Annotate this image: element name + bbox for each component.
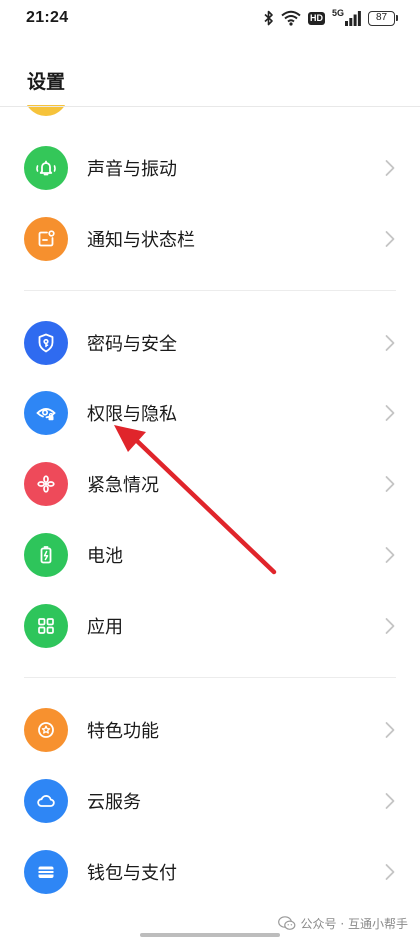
chevron-right-icon	[385, 864, 395, 880]
watermark-text: 公众号 · 互通小帮手	[300, 917, 408, 931]
emergency-icon	[24, 462, 68, 506]
battery-icon	[24, 533, 68, 577]
header-divider	[0, 106, 420, 107]
settings-item-battery[interactable]: 电池	[0, 525, 420, 585]
settings-item-label: 云服务	[87, 792, 141, 813]
chevron-right-icon	[385, 476, 395, 492]
privacy-eye-icon	[24, 391, 68, 435]
settings-item-emergency[interactable]: 紧急情况	[0, 454, 420, 514]
chevron-right-icon	[385, 160, 395, 176]
settings-item-label: 电池	[87, 546, 123, 567]
settings-item-label: 通知与状态栏	[87, 230, 195, 251]
settings-item-label: 应用	[87, 617, 123, 638]
settings-item-sound-vibration[interactable]: 声音与振动	[0, 138, 420, 198]
home-indicator[interactable]	[140, 933, 280, 937]
chevron-right-icon	[385, 793, 395, 809]
bell-vibrate-icon	[24, 146, 68, 190]
wifi-icon	[281, 10, 301, 26]
watermark: 公众号 · 互通小帮手	[277, 915, 408, 932]
group-divider	[24, 677, 396, 678]
chevron-right-icon	[385, 231, 395, 247]
page-title: 设置	[27, 71, 66, 93]
signal-icon	[345, 10, 361, 26]
hd-badge: HD	[307, 11, 325, 25]
settings-item-wallet-payment[interactable]: 钱包与支付	[0, 842, 420, 902]
chevron-right-icon	[385, 547, 395, 563]
settings-item-label: 权限与隐私	[87, 404, 177, 425]
settings-item-label: 特色功能	[87, 721, 159, 742]
settings-item-cloud-service[interactable]: 云服务	[0, 771, 420, 831]
status-icons: HD 5G 87	[264, 8, 398, 27]
battery-indicator: 87	[368, 10, 398, 26]
chevron-right-icon	[385, 335, 395, 351]
apps-grid-icon	[24, 604, 68, 648]
chevron-right-icon	[385, 405, 395, 421]
notification-icon	[24, 217, 68, 261]
settings-item-notification-statusbar[interactable]: 通知与状态栏	[0, 209, 420, 269]
wallet-icon	[24, 850, 68, 894]
star-badge-icon	[24, 708, 68, 752]
status-time: 21:24	[26, 9, 69, 26]
settings-item-label: 声音与振动	[87, 159, 177, 180]
settings-item-special-features[interactable]: 特色功能	[0, 700, 420, 760]
settings-item-label: 钱包与支付	[87, 863, 177, 884]
shield-key-icon	[24, 321, 68, 365]
cloud-icon	[24, 779, 68, 823]
settings-item-permissions-privacy[interactable]: 权限与隐私	[0, 383, 420, 443]
settings-item-password-security[interactable]: 密码与安全	[0, 313, 420, 373]
group-divider	[24, 290, 396, 291]
bluetooth-icon	[264, 10, 273, 26]
chevron-right-icon	[385, 618, 395, 634]
battery-level: 87	[375, 12, 388, 23]
settings-item-label: 紧急情况	[87, 475, 159, 496]
settings-item-apps[interactable]: 应用	[0, 596, 420, 656]
status-bar: 21:24 HD 5G 87	[0, 0, 420, 40]
chevron-right-icon	[385, 722, 395, 738]
wechat-icon	[277, 916, 295, 930]
network-label: 5G	[331, 8, 344, 18]
settings-item-label: 密码与安全	[87, 334, 177, 355]
